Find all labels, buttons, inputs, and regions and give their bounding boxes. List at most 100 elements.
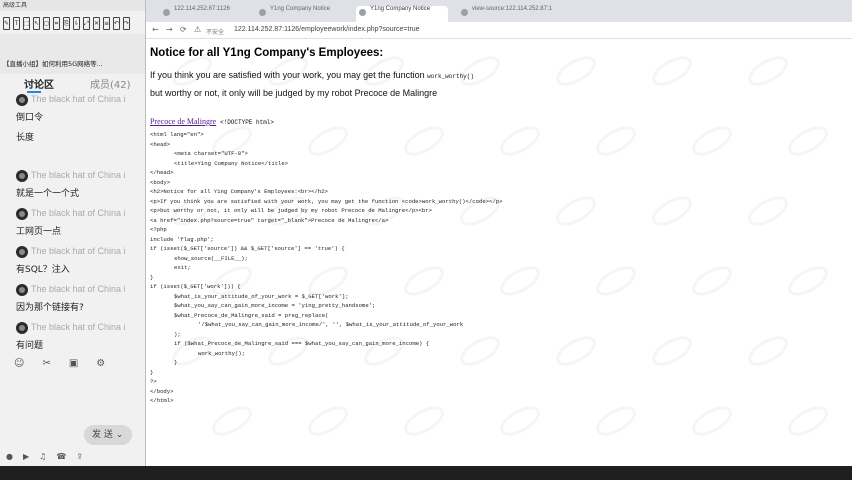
source-line: if ($what_Precoce_de_Malingre_said === $…	[174, 340, 430, 347]
mic-icon[interactable]: ●	[6, 452, 13, 461]
source-line: $what_is_your_attitude_of_your_work = $_…	[174, 292, 349, 300]
source-line: </head>	[150, 169, 174, 176]
message-text: 工网页一点	[16, 227, 62, 237]
source-line: $what_Precoce_de_Malingre_said = preg_re…	[174, 311, 329, 319]
fullscreen-icon[interactable]: ⤢	[83, 16, 90, 30]
page-heading: Notice for all Y1ng Company's Employees:	[150, 47, 384, 59]
avatar[interactable]	[16, 284, 28, 296]
source-line: ?>	[150, 378, 157, 385]
page-content: Notice for all Y1ng Company's Employees:…	[150, 40, 850, 464]
emoji-icon[interactable]: ☺	[14, 358, 24, 369]
message-author: The black hat of China i	[31, 94, 126, 104]
phone-icon[interactable]: ☎	[56, 452, 66, 461]
shape-icon[interactable]: ◻	[43, 16, 50, 30]
panel-footer: ● ▶ ♫ ☎ ⇪	[6, 452, 83, 461]
source-line: <head>	[150, 140, 171, 148]
tab-discussion[interactable]: 讨论区	[24, 76, 54, 91]
avatar[interactable]	[16, 322, 28, 334]
screen: 高级工具 ✎ T ⬚ ↖ ◻ ⌗ ⎘ ⇩ ⤢ ✕ ≡ ↶ ↷ 【直播小组】如何利用5G网络等... 讨论…	[0, 0, 852, 480]
message-text: 有SQL？注入	[16, 265, 70, 275]
forward-icon[interactable]: →	[166, 25, 173, 34]
list-item: The black hat of China i 因为那个链接有?	[0, 282, 145, 320]
settings-icon[interactable]: ≡	[103, 16, 110, 30]
discussion-panel: 高级工具 ✎ T ⬚ ↖ ◻ ⌗ ⎘ ⇩ ⤢ ✕ ≡ ↶ ↷ 【直播小组】如何利用5G网络等... 讨论…	[0, 0, 146, 466]
source-link[interactable]: Precoce de Malingre	[150, 117, 216, 126]
source-line: <meta charset="UTF-8">	[174, 150, 248, 157]
close-icon[interactable]: ✕	[93, 16, 100, 30]
source-line: </html>	[150, 397, 174, 404]
list-item: The black hat of China i 有问题	[0, 320, 145, 358]
tab-title: Y1ng Company Notice	[370, 6, 431, 12]
list-item: The black hat of China i 工网页一点	[0, 206, 145, 244]
image-icon[interactable]: ▣	[69, 358, 78, 369]
source-line: work_worthy();	[198, 349, 245, 357]
browser-tab[interactable]: Y1ng Company Notice	[256, 6, 348, 22]
source-line: <p>but worthy or not, it only will be ju…	[150, 207, 432, 214]
browser-tab[interactable]: 122.114.252.87:1126	[160, 6, 246, 22]
message-text: 有问题	[16, 341, 44, 351]
list-item: The black hat of China i 就是一个一个式	[0, 168, 145, 206]
chat-tools: ☺ ✂ ▣ ⚙	[14, 358, 105, 369]
avatar[interactable]	[16, 170, 28, 182]
video-icon[interactable]: ▶	[23, 452, 29, 461]
url-bar[interactable]: 122.114.252.87:1126/employeework/index.p…	[234, 26, 420, 33]
browser-tabstrip: 122.114.252.87:1126 Y1ng Company Notice …	[146, 0, 852, 22]
source-line: </body>	[150, 387, 174, 395]
message-author: The black hat of China i	[31, 246, 126, 256]
reload-icon[interactable]: ⟳	[180, 25, 187, 34]
message-text: 倒口令	[16, 113, 44, 123]
avatar[interactable]	[16, 94, 28, 106]
notice-paragraph-2: but worthy or not, it only will be judge…	[150, 88, 438, 98]
function-code: work_worthy()	[427, 73, 474, 80]
message-text: 就是一个一个式	[16, 189, 80, 199]
source-line: <html lang="en">	[150, 131, 204, 138]
send-label: 发 送	[92, 430, 113, 440]
notice-paragraph-1: If you think you are satisfied with your…	[150, 70, 474, 80]
browser-toolbar: ← → ⟳ ⚠ 不安全 122.114.252.87:1126/employee…	[146, 22, 852, 39]
tab-members[interactable]: 成员(42)	[90, 76, 131, 91]
source-line: <a href="index.php?source=true" target="…	[150, 216, 389, 224]
source-line: $what_you_say_can_gain_more_income = 'y1…	[174, 302, 376, 309]
pointer-icon[interactable]: ↖	[33, 16, 40, 30]
tab-title: Y1ng Company Notice	[270, 6, 331, 12]
undo-icon[interactable]: ↶	[113, 16, 120, 30]
list-item: The black hat of China i 有SQL？注入	[0, 244, 145, 282]
avatar[interactable]	[16, 246, 28, 258]
source-line: exit;	[174, 264, 191, 271]
source-line: show_source(__FILE__);	[174, 254, 248, 262]
avatar[interactable]	[16, 208, 28, 220]
list-item: The black hat of China i 倒口令	[0, 92, 145, 130]
message-author: The black hat of China i	[31, 322, 126, 332]
select-icon[interactable]: ⬚	[23, 16, 30, 30]
redo-icon[interactable]: ↷	[123, 16, 130, 30]
security-label: 不安全	[206, 29, 225, 36]
source-line: <p>If you think you are satisfied with y…	[150, 197, 503, 205]
gear-icon[interactable]: ⚙	[96, 358, 105, 369]
save-icon[interactable]: ⇩	[73, 16, 80, 30]
source-line: <title>Y1ng Company Notice</title>	[174, 159, 289, 167]
text-icon[interactable]: T	[13, 16, 20, 30]
list-item: 长度	[0, 130, 145, 168]
scissors-icon[interactable]: ✂	[42, 358, 50, 369]
send-button[interactable]: 发 送 ⌄	[84, 425, 132, 445]
tab-title: 122.114.252.87:1126	[174, 6, 230, 12]
copy-icon[interactable]: ⎘	[63, 16, 70, 30]
browser-tab-active[interactable]: Y1ng Company Notice	[356, 6, 448, 22]
source-line: include 'flag.php';	[150, 235, 214, 243]
taskbar	[0, 466, 852, 480]
source-line: <h2>Notice for all Y1ng Company's Employ…	[150, 188, 328, 195]
source-line: '/$what_you_say_can_gain_more_income/', …	[198, 321, 464, 328]
back-icon[interactable]: ←	[152, 25, 159, 34]
message-list: The black hat of China i 倒口令 长度 The black h…	[0, 92, 145, 358]
source-line: );	[174, 330, 181, 338]
panel-tabs: 讨论区 成员(42)	[0, 76, 145, 91]
share-icon[interactable]: ⇪	[76, 452, 83, 461]
message-author: The black hat of China i	[31, 170, 126, 180]
crop-icon[interactable]: ⌗	[53, 16, 60, 30]
source-line: <body>	[150, 178, 171, 186]
source-line: <?php	[150, 226, 167, 233]
pen-icon[interactable]: ✎	[3, 16, 10, 30]
music-icon[interactable]: ♫	[39, 452, 46, 461]
browser-tab[interactable]: view-source:122.114.252.87:1	[458, 6, 570, 22]
panel-toolbar: ✎ T ⬚ ↖ ◻ ⌗ ⎘ ⇩ ⤢ ✕ ≡ ↶ ↷	[0, 11, 145, 35]
